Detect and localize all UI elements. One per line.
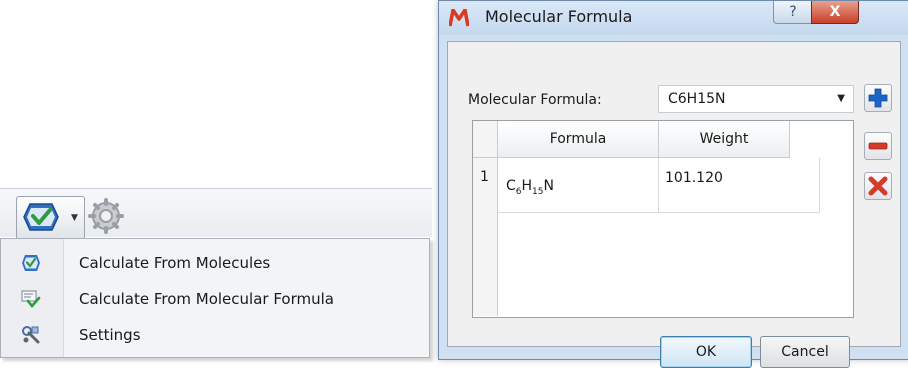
weight-cell[interactable]: 101.120 (659, 158, 820, 213)
formula-text: C6H15N (506, 178, 554, 197)
molecular-formula-label: Molecular Formula: (468, 92, 602, 108)
shield-check-icon (23, 203, 59, 231)
minus-icon (868, 142, 888, 150)
cancel-button[interactable]: Cancel (760, 336, 850, 368)
formula-cell[interactable]: C6H15N (498, 158, 659, 213)
remove-formula-button[interactable] (864, 132, 892, 160)
clear-all-button[interactable] (864, 172, 892, 200)
formula-check-icon (21, 290, 41, 309)
molecular-formula-value: C6H15N (668, 91, 726, 107)
ok-button[interactable]: OK (660, 336, 752, 368)
menu-item-label: Calculate From Molecules (79, 254, 271, 272)
row-header: 1 (473, 158, 498, 316)
dialog-body: Molecular Formula: C6H15N ▼ Formula Weig… (447, 41, 901, 368)
molecular-formula-dialog: Molecular Formula ? X Molecular Formula:… (438, 0, 908, 368)
menu-item-label: Calculate From Molecular Formula (79, 290, 334, 308)
shield-check-icon (22, 255, 40, 271)
delete-x-icon (868, 176, 888, 196)
menu-item-calculate-from-molecules[interactable]: Calculate From Molecules (1, 245, 427, 279)
chevron-down-icon: ▼ (71, 213, 78, 223)
weight-value: 101.120 (665, 170, 723, 186)
calculate-dropdown-button[interactable]: ▼ (66, 196, 85, 240)
chevron-down-icon: ▼ (837, 93, 845, 104)
gear-icon (88, 198, 124, 234)
row-number: 1 (480, 169, 489, 185)
add-formula-button[interactable] (864, 84, 892, 112)
column-header-weight[interactable]: Weight (659, 121, 790, 158)
settings-tool-button[interactable] (88, 196, 124, 240)
menu-item-settings[interactable]: Settings (1, 317, 427, 351)
column-header-formula[interactable]: Formula (498, 121, 659, 158)
table-corner (473, 121, 498, 158)
wrench-icon (22, 326, 40, 344)
menu-item-label: Settings (79, 326, 141, 344)
menu-item-calculate-from-molecular-formula[interactable]: Calculate From Molecular Formula (1, 281, 427, 315)
plus-icon (868, 88, 888, 108)
help-button[interactable]: ? (773, 1, 813, 24)
close-button[interactable]: X (811, 1, 859, 24)
dialog-title: Molecular Formula (485, 7, 633, 26)
formula-table: Formula Weight 1 C6H15N 101.120 (472, 120, 854, 318)
calculate-menu: Calculate From Molecules Calculate From … (0, 238, 430, 358)
dialog-titlebar[interactable]: Molecular Formula ? X (439, 1, 908, 35)
molecular-formula-combobox[interactable]: C6H15N ▼ (658, 85, 854, 113)
app-logo-icon (449, 9, 469, 27)
calculate-button[interactable] (16, 196, 68, 240)
